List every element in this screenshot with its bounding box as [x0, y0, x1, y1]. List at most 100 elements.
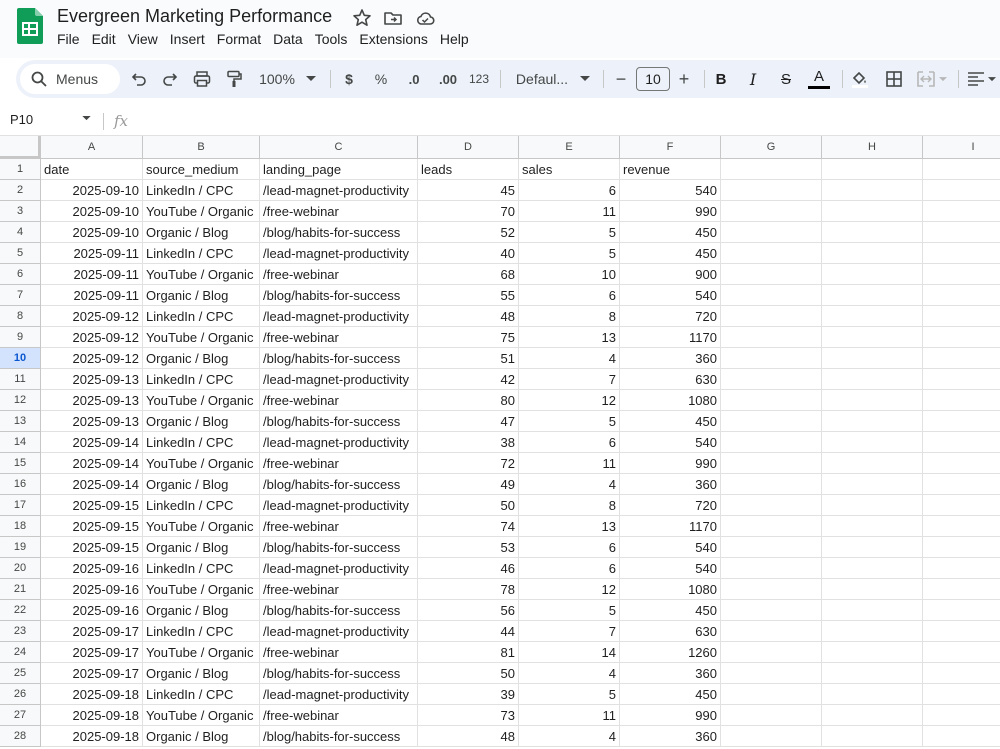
cell[interactable]: 1080: [620, 390, 721, 411]
cell[interactable]: 75: [418, 327, 519, 348]
cell[interactable]: 990: [620, 705, 721, 726]
cell[interactable]: 2025-09-11: [41, 285, 143, 306]
cell[interactable]: 2025-09-16: [41, 558, 143, 579]
cell[interactable]: LinkedIn / CPC: [143, 558, 260, 579]
cell[interactable]: 450: [620, 222, 721, 243]
fill-color-button[interactable]: [849, 60, 871, 98]
cell[interactable]: 450: [620, 684, 721, 705]
cell[interactable]: /free-webinar: [260, 453, 418, 474]
cell[interactable]: sales: [519, 159, 620, 180]
cell[interactable]: [721, 642, 822, 663]
font-family-select[interactable]: Defaul...: [512, 60, 572, 98]
cell[interactable]: 8: [519, 306, 620, 327]
cell[interactable]: [822, 285, 923, 306]
cell[interactable]: [822, 180, 923, 201]
cell[interactable]: 630: [620, 369, 721, 390]
cell[interactable]: [923, 684, 1000, 705]
cell[interactable]: 10: [519, 264, 620, 285]
cell[interactable]: Organic / Blog: [143, 663, 260, 684]
cell[interactable]: 540: [620, 285, 721, 306]
cell[interactable]: 53: [418, 537, 519, 558]
cell[interactable]: [923, 726, 1000, 747]
menus-search-button[interactable]: Menus: [20, 64, 120, 94]
menu-format[interactable]: Format: [217, 31, 267, 51]
cell[interactable]: landing_page: [260, 159, 418, 180]
cell[interactable]: 7: [519, 621, 620, 642]
font-size-input[interactable]: 10: [636, 67, 670, 91]
cell[interactable]: 360: [620, 726, 721, 747]
column-header[interactable]: D: [418, 136, 519, 159]
star-icon[interactable]: [352, 8, 372, 28]
currency-format-button[interactable]: $: [342, 60, 356, 98]
cell[interactable]: [822, 264, 923, 285]
row-header[interactable]: 5: [0, 243, 41, 264]
row-header[interactable]: 27: [0, 705, 41, 726]
cell[interactable]: [721, 369, 822, 390]
cell[interactable]: 5: [519, 222, 620, 243]
cell[interactable]: [822, 411, 923, 432]
row-header[interactable]: 7: [0, 285, 41, 306]
row-header[interactable]: 13: [0, 411, 41, 432]
cell[interactable]: 12: [519, 390, 620, 411]
name-box[interactable]: P10: [10, 112, 33, 127]
cell[interactable]: 7: [519, 369, 620, 390]
cell[interactable]: [923, 180, 1000, 201]
cell[interactable]: [721, 663, 822, 684]
cell[interactable]: [822, 243, 923, 264]
row-header[interactable]: 19: [0, 537, 41, 558]
cell[interactable]: 81: [418, 642, 519, 663]
cell[interactable]: 6: [519, 432, 620, 453]
cell[interactable]: 2025-09-16: [41, 600, 143, 621]
decrease-font-size-button[interactable]: −: [613, 60, 629, 98]
cell[interactable]: 2025-09-15: [41, 495, 143, 516]
cell[interactable]: 5: [519, 600, 620, 621]
cell[interactable]: [721, 348, 822, 369]
cell[interactable]: 12: [519, 579, 620, 600]
row-header[interactable]: 16: [0, 474, 41, 495]
row-header[interactable]: 4: [0, 222, 41, 243]
cell[interactable]: [721, 159, 822, 180]
cell[interactable]: /lead-magnet-productivity: [260, 684, 418, 705]
cell[interactable]: 70: [418, 201, 519, 222]
cell[interactable]: /blog/habits-for-success: [260, 411, 418, 432]
zoom-dropdown-arrow[interactable]: [305, 60, 317, 98]
row-header[interactable]: 17: [0, 495, 41, 516]
cell[interactable]: [923, 642, 1000, 663]
cell[interactable]: 540: [620, 180, 721, 201]
cell[interactable]: Organic / Blog: [143, 285, 260, 306]
menu-data[interactable]: Data: [273, 31, 309, 51]
cell[interactable]: [721, 537, 822, 558]
cell[interactable]: 450: [620, 411, 721, 432]
cell[interactable]: 2025-09-17: [41, 663, 143, 684]
cell[interactable]: [822, 579, 923, 600]
cell[interactable]: [721, 222, 822, 243]
cell[interactable]: /free-webinar: [260, 327, 418, 348]
borders-button[interactable]: [883, 60, 905, 98]
cell[interactable]: 55: [418, 285, 519, 306]
cell[interactable]: LinkedIn / CPC: [143, 369, 260, 390]
cell[interactable]: [721, 180, 822, 201]
row-header[interactable]: 28: [0, 726, 41, 747]
cell[interactable]: /lead-magnet-productivity: [260, 432, 418, 453]
cell[interactable]: 2025-09-12: [41, 306, 143, 327]
cloud-status-icon[interactable]: [415, 8, 435, 28]
cell[interactable]: YouTube / Organic: [143, 201, 260, 222]
cell[interactable]: /blog/habits-for-success: [260, 726, 418, 747]
cell[interactable]: 56: [418, 600, 519, 621]
cell[interactable]: Organic / Blog: [143, 474, 260, 495]
cell[interactable]: [822, 516, 923, 537]
cell[interactable]: [923, 516, 1000, 537]
row-header[interactable]: 8: [0, 306, 41, 327]
cell[interactable]: [923, 579, 1000, 600]
cell[interactable]: 630: [620, 621, 721, 642]
cell[interactable]: 48: [418, 306, 519, 327]
cell[interactable]: 47: [418, 411, 519, 432]
cell[interactable]: [822, 222, 923, 243]
menu-edit[interactable]: Edit: [92, 31, 122, 51]
cell[interactable]: 49: [418, 474, 519, 495]
row-header[interactable]: 15: [0, 453, 41, 474]
cell[interactable]: /free-webinar: [260, 579, 418, 600]
cell[interactable]: [822, 348, 923, 369]
row-header[interactable]: 18: [0, 516, 41, 537]
cell[interactable]: 720: [620, 306, 721, 327]
